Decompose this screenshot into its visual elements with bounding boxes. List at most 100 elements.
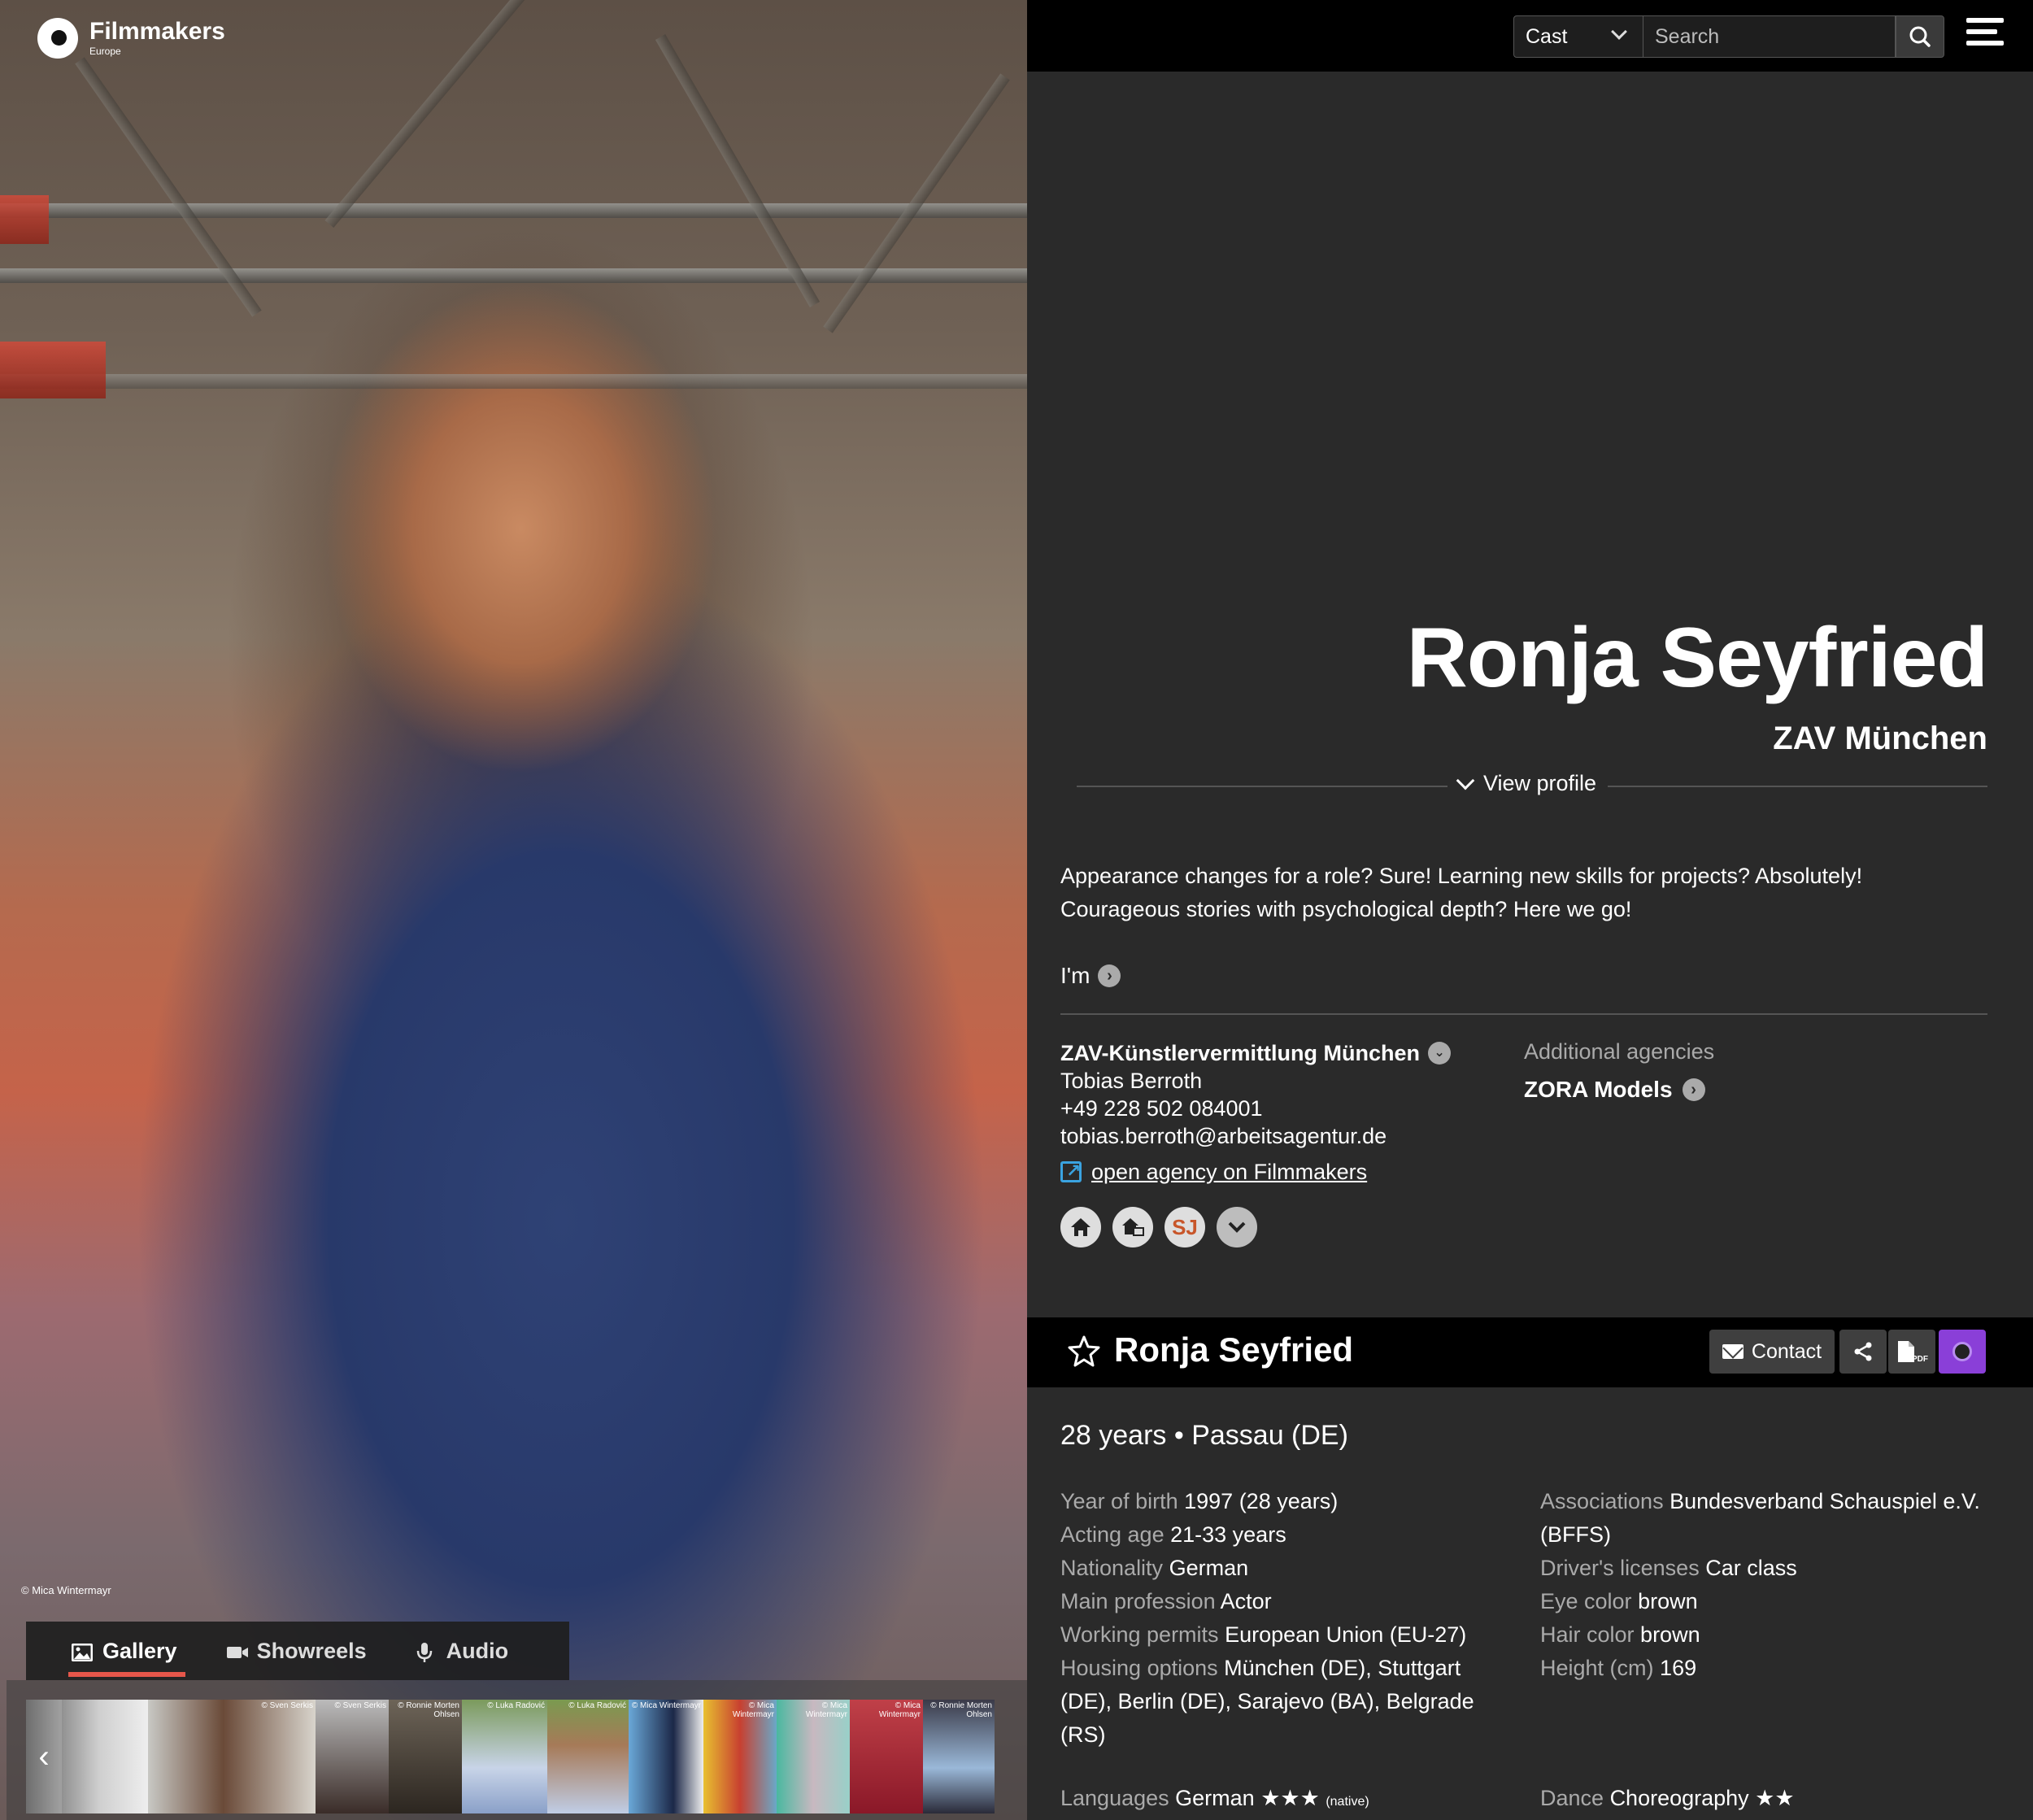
truss-beam xyxy=(0,374,1027,389)
agency-title-label: ZAV-Künstlervermittlung München xyxy=(1060,1041,1421,1065)
chevron-left-icon: ‹ xyxy=(38,1738,50,1774)
home-icon[interactable] xyxy=(1060,1207,1101,1247)
share-button[interactable] xyxy=(1839,1330,1887,1374)
truss-beam xyxy=(655,33,821,308)
agency-title[interactable]: ZAV-Künstlervermittlung München ⌄ xyxy=(1060,1039,1516,1067)
bio-line: Courageous stories with psychological de… xyxy=(1060,897,1632,921)
divider xyxy=(1060,1013,1987,1015)
tab-audio[interactable]: Audio xyxy=(391,1622,533,1680)
view-profile-label: View profile xyxy=(1483,771,1597,795)
tab-showreels[interactable]: Showreels xyxy=(202,1622,391,1680)
search-icon xyxy=(1909,26,1931,47)
fact-year-of-birth: Year of birth 1997 (28 years) xyxy=(1060,1489,1339,1513)
star-favorite-button[interactable] xyxy=(1067,1334,1101,1375)
logo-eye-icon xyxy=(37,18,78,59)
hero-photo[interactable]: © Mica Wintermayr xyxy=(0,0,1027,1820)
video-camera-icon xyxy=(226,1642,248,1660)
im-label: I'm xyxy=(1060,963,1091,988)
hamburger-menu-button[interactable] xyxy=(1966,18,2004,54)
thumbnail[interactable]: © Ronnie Morten Ohlsen xyxy=(389,1700,462,1813)
truss-beam xyxy=(324,0,533,229)
sj-logo-icon[interactable]: SJ xyxy=(1165,1207,1205,1247)
thumbnail[interactable]: © Mica Wintermayr xyxy=(703,1700,777,1813)
tab-gallery[interactable]: Gallery xyxy=(47,1622,202,1680)
fact-height: Height (cm) 169 xyxy=(1540,1656,1697,1680)
search-button[interactable] xyxy=(1896,15,1944,58)
thumbnail[interactable]: © Luka Radović xyxy=(462,1700,547,1813)
tab-audio-label: Audio xyxy=(446,1638,509,1663)
eye-icon xyxy=(1952,1342,1972,1361)
chevron-down-circle-icon: ⌄ xyxy=(1428,1042,1452,1065)
additional-agency-name: ZORA Models xyxy=(1524,1077,1673,1102)
thumbnail[interactable]: © Luka Radović xyxy=(547,1700,629,1813)
agency-block: ZAV-Künstlervermittlung München ⌄ Tobias… xyxy=(1060,1039,1516,1186)
facts-right: Associations Bundesverband Schauspiel e.… xyxy=(1540,1485,2004,1685)
thumbnail[interactable]: © Mica Wintermayr xyxy=(777,1700,850,1813)
chevron-right-circle-icon: › xyxy=(1682,1078,1705,1101)
thumbnail-strip: © Sven Serkis © Sven Serkis © Ronnie Mor… xyxy=(7,1680,1027,1820)
external-link-icon xyxy=(1060,1157,1082,1185)
fact-drivers-licenses: Driver's licenses Car class xyxy=(1540,1556,1797,1580)
house-swap-icon[interactable] xyxy=(1112,1207,1153,1247)
search-category-value: Cast xyxy=(1526,24,1568,48)
profile-agency: ZAV München xyxy=(1773,721,1987,756)
pdf-label: PDF xyxy=(1912,1354,1928,1364)
view-profile-button[interactable]: View profile xyxy=(1447,771,1609,796)
agency-link[interactable]: open agency on Filmmakers xyxy=(1060,1157,1516,1186)
age-location: 28 years • Passau (DE) xyxy=(1060,1420,1348,1451)
fact-eye-color: Eye color brown xyxy=(1540,1589,1698,1613)
search-category-select[interactable]: Cast xyxy=(1513,15,1643,58)
site-logo[interactable]: Filmmakers Europe xyxy=(37,18,225,59)
agency-icon-row: SJ xyxy=(1060,1207,1257,1247)
chevron-down-icon[interactable] xyxy=(1217,1207,1257,1247)
fact-acting-age: Acting age 21-33 years xyxy=(1060,1522,1286,1547)
envelope-icon xyxy=(1722,1344,1744,1359)
brand-name: Filmmakers xyxy=(89,18,225,45)
microphone-icon xyxy=(416,1642,437,1662)
brand-sub: Europe xyxy=(89,46,121,57)
menu-line xyxy=(1966,29,1997,34)
fact-hair-color: Hair color brown xyxy=(1540,1622,1700,1647)
menu-line xyxy=(1966,41,2004,46)
media-tabs: Gallery Showreels Audio xyxy=(26,1622,569,1680)
fact-languages: Languages German ★★★ (native) xyxy=(1060,1786,1369,1810)
fact-associations: Associations Bundesverband Schauspiel e.… xyxy=(1540,1489,1980,1547)
agency-email[interactable]: tobias.berroth@arbeitsagentur.de xyxy=(1060,1122,1516,1150)
thumbnail-prev-button[interactable]: ‹ xyxy=(26,1700,62,1813)
tab-showreels-label: Showreels xyxy=(256,1638,367,1663)
thumbnail[interactable]: © Sven Serkis xyxy=(148,1700,316,1813)
chevron-down-icon xyxy=(1456,771,1475,790)
chevron-down-icon xyxy=(1611,24,1627,40)
menu-line xyxy=(1966,18,2004,23)
truss-beam xyxy=(0,195,49,244)
additional-agency[interactable]: ZORA Models › xyxy=(1524,1077,1705,1103)
fact-housing-options: Housing options München (DE), Stuttgart … xyxy=(1060,1656,1474,1747)
truss-beam xyxy=(0,203,1027,218)
bio-line: Appearance changes for a role? Sure! Lea… xyxy=(1060,864,1863,888)
fact-dance: Dance Choreography ★★ xyxy=(1540,1786,1795,1810)
thumbnail[interactable]: © Sven Serkis xyxy=(316,1700,389,1813)
im-toggle[interactable]: I'm › xyxy=(1060,963,1121,989)
agency-contact: Tobias Berroth xyxy=(1060,1069,1203,1093)
contact-button[interactable]: Contact xyxy=(1709,1330,1835,1374)
pdf-download-button[interactable]: PDF xyxy=(1888,1330,1935,1374)
chevron-right-circle-icon: › xyxy=(1098,964,1121,987)
truss-beam xyxy=(0,342,106,398)
fact-working-permits: Working permits European Union (EU-27) xyxy=(1060,1622,1467,1647)
additional-agencies-label: Additional agencies xyxy=(1524,1039,1715,1064)
search-input[interactable] xyxy=(1643,15,1896,58)
namebar-name: Ronja Seyfried xyxy=(1114,1330,1354,1369)
thumbnail[interactable]: © Mica Wintermayr xyxy=(850,1700,923,1813)
view-mode-button[interactable] xyxy=(1939,1330,1986,1374)
tab-gallery-label: Gallery xyxy=(102,1638,177,1663)
star-icon xyxy=(1068,1335,1100,1367)
thumbnail[interactable]: © Ronnie Morten Ohlsen xyxy=(923,1700,995,1813)
agency-link-text[interactable]: open agency on Filmmakers xyxy=(1091,1158,1367,1186)
facts-left: Year of birth 1997 (28 years) Acting age… xyxy=(1060,1485,1500,1752)
fact-nationality: Nationality German xyxy=(1060,1556,1249,1580)
contact-label: Contact xyxy=(1751,1339,1822,1363)
share-icon xyxy=(1854,1342,1872,1361)
thumbnail[interactable]: © Mica Wintermayr xyxy=(629,1700,703,1813)
fact-main-profession: Main profession Actor xyxy=(1060,1589,1272,1613)
agency-phone[interactable]: +49 228 502 084001 xyxy=(1060,1095,1516,1122)
